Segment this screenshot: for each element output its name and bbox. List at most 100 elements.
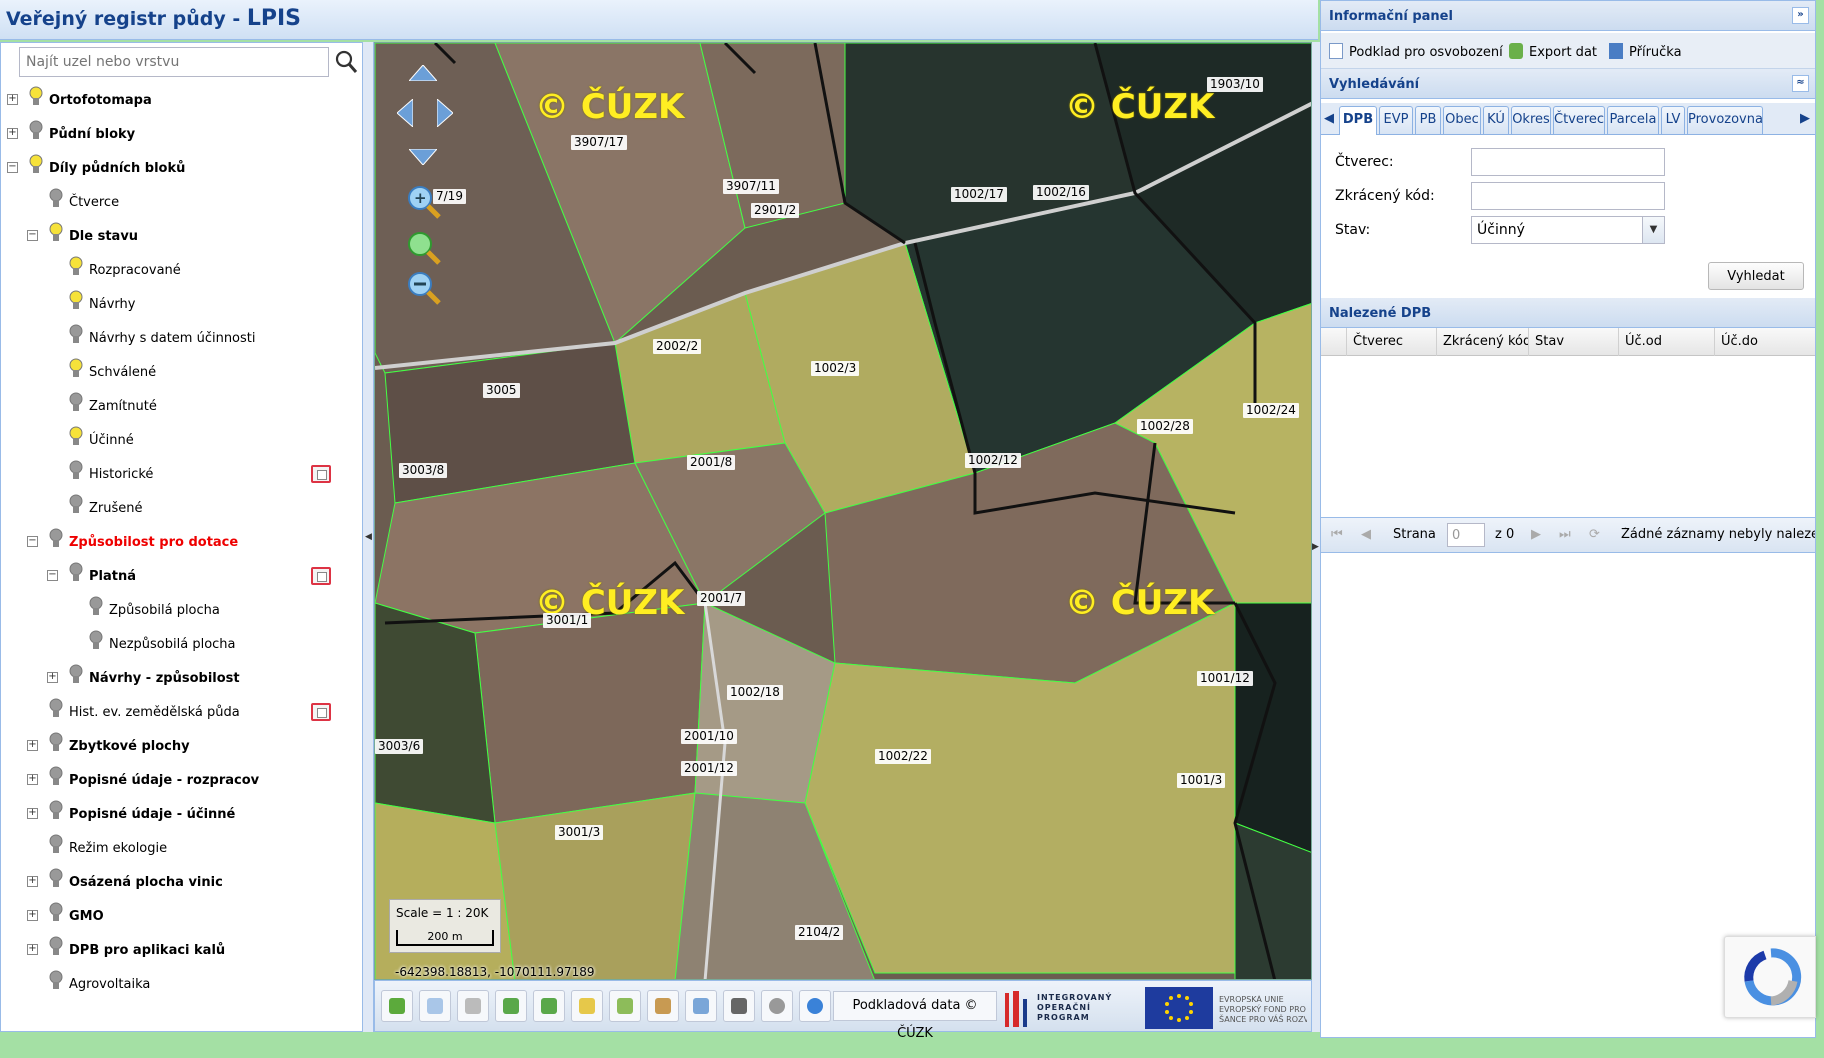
next-page-icon[interactable]: ▶ xyxy=(1531,527,1541,542)
search-button[interactable]: Vyhledat xyxy=(1708,262,1804,290)
tree-node[interactable]: Čtverce xyxy=(1,188,362,223)
ruler-button[interactable] xyxy=(571,990,603,1022)
lightbulb-icon[interactable] xyxy=(69,562,83,586)
lightbulb-icon[interactable] xyxy=(29,86,43,110)
expand-icon[interactable]: + xyxy=(27,774,38,785)
lightbulb-icon[interactable] xyxy=(89,596,103,620)
tree-node[interactable]: − Díly půdních bloků xyxy=(1,154,362,189)
lightbulb-icon[interactable] xyxy=(69,256,83,280)
ctverec-input[interactable] xyxy=(1471,148,1665,176)
lightbulb-icon[interactable] xyxy=(49,868,63,892)
tree-node[interactable]: + Popisné údaje - účinné xyxy=(1,800,362,835)
tab-lv[interactable]: LV xyxy=(1661,106,1685,134)
expand-icon[interactable]: + xyxy=(27,740,38,751)
layer-search-field[interactable] xyxy=(19,47,329,77)
column-ctverec[interactable]: Čtverec xyxy=(1347,328,1437,356)
map-view[interactable]: © ČÚZK © ČÚZK © ČÚZK © ČÚZK 3907/17 3907… xyxy=(374,42,1312,980)
expand-icon[interactable]: + xyxy=(27,910,38,921)
search-icon[interactable] xyxy=(332,47,360,77)
pan-left-icon[interactable] xyxy=(397,99,413,127)
previous-view-button[interactable] xyxy=(495,990,527,1022)
column-select[interactable] xyxy=(1321,328,1347,356)
lightbulb-icon[interactable] xyxy=(89,630,103,654)
tree-node[interactable]: Nezpůsobilá plocha xyxy=(1,630,362,665)
tree-node[interactable]: − Dle stavu xyxy=(1,222,362,257)
lightbulb-icon[interactable] xyxy=(49,528,63,552)
tree-node[interactable]: Zrušené xyxy=(1,494,362,529)
tree-node[interactable]: + GMO xyxy=(1,902,362,937)
lightbulb-icon[interactable] xyxy=(29,120,43,144)
globe-button[interactable] xyxy=(799,990,831,1022)
clear-button[interactable] xyxy=(647,990,679,1022)
page-input[interactable] xyxy=(1447,523,1485,547)
collapse-search-button[interactable]: ≈ xyxy=(1792,75,1809,92)
lightbulb-icon[interactable] xyxy=(49,834,63,858)
zoom-in-icon[interactable]: + xyxy=(405,183,443,221)
collapse-icon[interactable]: − xyxy=(27,536,38,547)
refresh-icon[interactable]: ⟳ xyxy=(1589,527,1600,542)
refresh-button[interactable] xyxy=(381,990,413,1022)
tree-node[interactable]: Hist. ev. zemědělská půda xyxy=(1,698,362,733)
tabs-scroll-left-icon[interactable]: ◀ xyxy=(1321,107,1337,131)
lightbulb-icon[interactable] xyxy=(69,664,83,688)
column-uc-od[interactable]: Úč.od xyxy=(1619,328,1715,356)
tree-node[interactable]: Schválené xyxy=(1,358,362,393)
chevron-down-icon[interactable]: ▼ xyxy=(1642,217,1664,243)
lightbulb-icon[interactable] xyxy=(69,358,83,382)
tree-node[interactable]: Zamítnuté xyxy=(1,392,362,427)
lightbulb-icon[interactable] xyxy=(69,494,83,518)
collapse-right-panel-handle[interactable]: ▶ xyxy=(1312,42,1320,1032)
column-stav[interactable]: Stav xyxy=(1529,328,1619,356)
lightbulb-icon[interactable] xyxy=(49,222,63,246)
tree-node[interactable]: − Způsobilost pro dotace xyxy=(1,528,362,563)
expand-icon[interactable]: + xyxy=(47,672,58,683)
collapse-left-panel-handle[interactable]: ◀ xyxy=(363,42,374,1032)
base-data-button[interactable]: Podkladová data © ČÚZK xyxy=(833,991,997,1041)
collapse-icon[interactable]: − xyxy=(47,570,58,581)
tab-evp[interactable]: EVP xyxy=(1379,106,1413,134)
tree-node[interactable]: Rozpracované xyxy=(1,256,362,291)
kod-input[interactable] xyxy=(1471,182,1665,210)
collapse-icon[interactable]: − xyxy=(7,162,18,173)
lightbulb-icon[interactable] xyxy=(69,290,83,314)
tree-node[interactable]: + Zbytkové plochy xyxy=(1,732,362,767)
pan-up-icon[interactable] xyxy=(409,65,437,81)
settings-button[interactable] xyxy=(761,990,793,1022)
legend-icon[interactable] xyxy=(311,465,331,483)
lightbulb-icon[interactable] xyxy=(69,460,83,484)
lightbulb-icon[interactable] xyxy=(49,936,63,960)
tree-node[interactable]: + Popisné údaje - rozpracov xyxy=(1,766,362,801)
tab-ku[interactable]: KÚ xyxy=(1483,106,1509,134)
layer-search-input[interactable] xyxy=(20,48,328,76)
tab-okres[interactable]: Okres xyxy=(1511,106,1551,134)
lightbulb-icon[interactable] xyxy=(49,766,63,790)
expand-icon[interactable]: + xyxy=(7,94,18,105)
expand-icon[interactable]: + xyxy=(7,128,18,139)
legend-icon[interactable] xyxy=(311,567,331,585)
column-kod[interactable]: Zkrácený kód. xyxy=(1437,328,1529,356)
expand-icon[interactable]: + xyxy=(27,876,38,887)
tab-provozovna[interactable]: Provozovna xyxy=(1687,106,1763,134)
lightbulb-icon[interactable] xyxy=(29,154,43,178)
lightbulb-icon[interactable] xyxy=(69,426,83,450)
lightbulb-icon[interactable] xyxy=(49,188,63,212)
stav-select[interactable]: Účinný ▼ xyxy=(1471,216,1665,244)
recaptcha-badge[interactable] xyxy=(1724,936,1816,1018)
lightbulb-icon[interactable] xyxy=(49,902,63,926)
pan-right-icon[interactable] xyxy=(437,99,453,127)
lightbulb-icon[interactable] xyxy=(49,732,63,756)
tree-node[interactable]: Návrhy s datem účinnosti xyxy=(1,324,362,359)
tab-ctverec[interactable]: Čtverec xyxy=(1553,106,1605,134)
tree-node[interactable]: Agrovoltaika xyxy=(1,970,362,1005)
tab-dpb[interactable]: DPB xyxy=(1339,106,1377,135)
tree-node[interactable]: + Návrhy - způsobilost xyxy=(1,664,362,699)
legend-icon[interactable] xyxy=(311,703,331,721)
tree-node[interactable]: Návrhy xyxy=(1,290,362,325)
document-button[interactable] xyxy=(685,990,717,1022)
info-button[interactable] xyxy=(609,990,641,1022)
tab-parcela[interactable]: Parcela xyxy=(1607,106,1659,134)
collapse-panel-button[interactable]: » xyxy=(1792,7,1809,24)
prev-page-icon[interactable]: ◀ xyxy=(1361,527,1371,542)
zoom-extent-icon[interactable] xyxy=(405,229,443,267)
tree-node[interactable]: Způsobilá plocha xyxy=(1,596,362,631)
